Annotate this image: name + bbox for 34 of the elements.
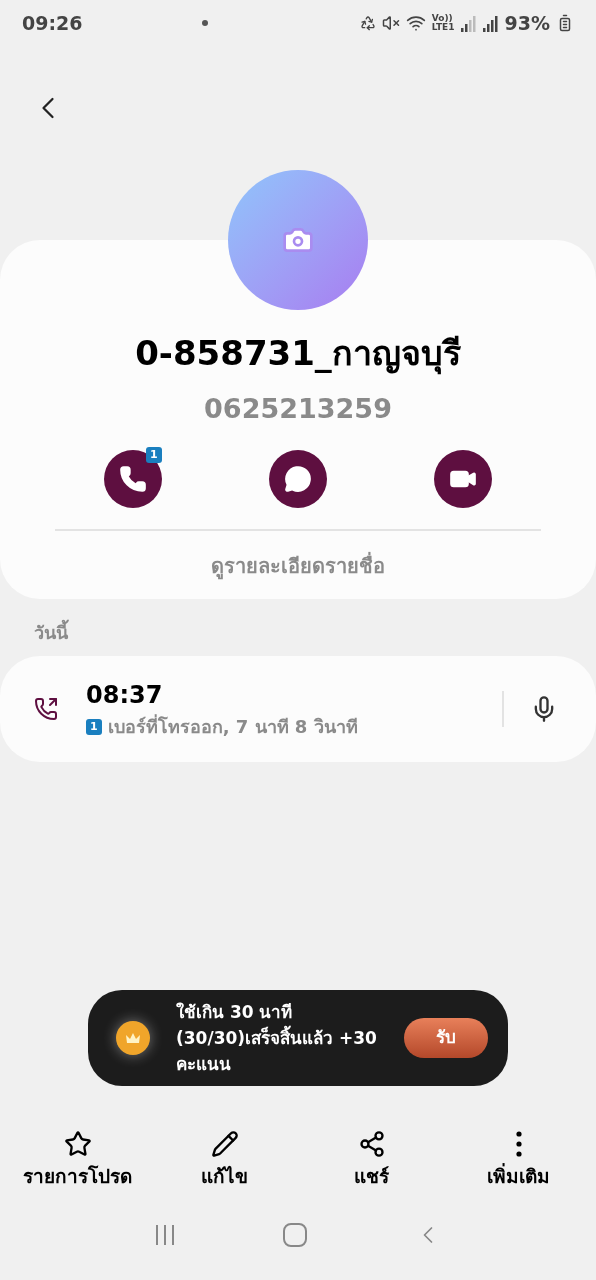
- edit-action[interactable]: แก้ไข: [154, 1129, 295, 1190]
- star-icon: [63, 1129, 92, 1158]
- volte-label: Vo)): [431, 14, 453, 23]
- message-button[interactable]: [269, 449, 327, 508]
- sim-badge: 1: [86, 718, 102, 735]
- home-button[interactable]: [283, 1223, 307, 1247]
- crown-coin-icon: [116, 1020, 150, 1055]
- status-time: 09:26: [22, 10, 83, 36]
- call-button[interactable]: 1: [103, 449, 162, 508]
- wifi-icon: [405, 13, 426, 33]
- sim-badge: 1: [146, 446, 162, 463]
- signal-icon: [482, 14, 499, 32]
- section-header: วันนี้: [34, 618, 70, 645]
- favorite-action[interactable]: รายการโปรด: [7, 1129, 148, 1190]
- call-description: เบอร์ที่โทรออก, 7 นาที 8 วินาที: [107, 713, 358, 739]
- phone-icon: [118, 464, 147, 493]
- call-log-card[interactable]: 08:37 1 เบอร์ที่โทรออก, 7 นาที 8 วินาที: [0, 655, 596, 762]
- more-action[interactable]: เพิ่มเติม: [448, 1129, 589, 1190]
- battery-percent: 93%: [504, 10, 550, 36]
- call-time: 08:37: [86, 680, 164, 711]
- lte-label: LTE1: [431, 23, 455, 32]
- message-icon: [284, 464, 312, 493]
- pencil-icon: [210, 1129, 239, 1158]
- recent-apps-icon[interactable]: [153, 1224, 176, 1246]
- share-action[interactable]: แชร์: [301, 1129, 442, 1190]
- toast-message: ใช้เกิน 30 นาที (30/30)เสร็จสิ้นแล้ว +30 คะแนน: [176, 1000, 378, 1076]
- share-icon: [357, 1129, 386, 1158]
- signal-icon: [460, 14, 477, 32]
- more-icon: [515, 1130, 522, 1157]
- contact-name: 0-858731_กาญจบุรี: [135, 332, 461, 377]
- mute-icon: [381, 14, 400, 32]
- outgoing-call-icon: [34, 696, 58, 721]
- claim-button[interactable]: รับ: [404, 1017, 488, 1058]
- phone-number: 0625213259: [204, 392, 392, 426]
